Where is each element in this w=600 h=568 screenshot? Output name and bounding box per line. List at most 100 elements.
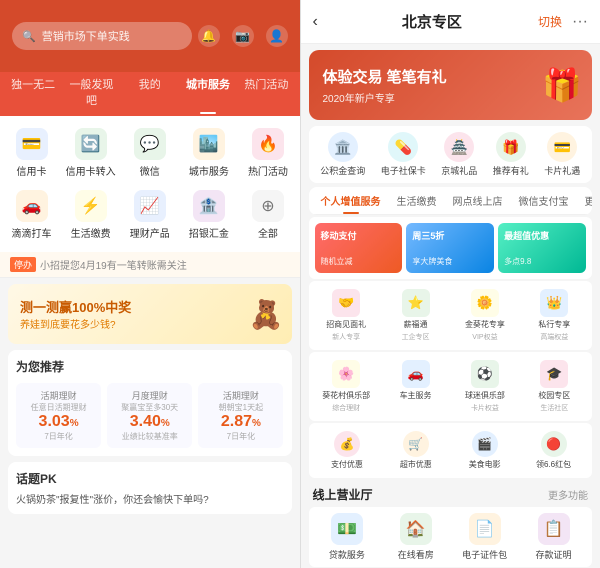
bs-gold[interactable]: 🌼 金葵花专享 VIP权益 xyxy=(451,285,518,346)
service-city[interactable]: 🏙️ 城市服务 xyxy=(181,124,236,182)
service-more[interactable]: ⊕ 全部 xyxy=(240,186,295,244)
pay-icon: 💰 xyxy=(334,431,360,457)
rec-card-1[interactable]: 活期理财 任意日活期理财 3.03% 7日年化 xyxy=(16,383,101,448)
search-icon: 🔍 xyxy=(22,30,36,43)
hot-icon: 🔥 xyxy=(252,128,284,160)
private-icon: 👑 xyxy=(540,289,568,317)
recommend-icon: 🎁 xyxy=(496,132,526,162)
scan-icon[interactable]: 📷 xyxy=(232,25,254,47)
quick-services: 🏛️ 公积金查询 💊 电子社保卡 🏯 京城礼品 🎁 推荐有礼 💳 卡片礼遇 xyxy=(309,126,593,183)
switch-button[interactable]: 切换 xyxy=(538,13,562,30)
service-hot[interactable]: 🔥 热门活动 xyxy=(240,124,295,182)
taxi-icon: 🚗 xyxy=(16,190,48,222)
campus-icon: 🎓 xyxy=(540,360,568,388)
ms-supermarket[interactable]: 🛒 超市优惠 xyxy=(381,427,450,474)
brand-services: 🤝 招商见面礼 新人专享 ⭐ 薪福通 工企专区 🌼 金葵花专享 VIP权益 👑 … xyxy=(309,281,593,350)
shebao-icon: 💊 xyxy=(388,132,418,162)
tab-city-service[interactable]: 城市服务 xyxy=(179,72,237,112)
qs-gongjijin[interactable]: 🏛️ 公积金查询 xyxy=(320,132,365,177)
promo-banner[interactable]: 体验交易 笔笔有礼 2020年新户专享 🎁 xyxy=(309,50,593,120)
service-utilities[interactable]: ⚡ 生活缴费 xyxy=(63,186,118,244)
ms-redpacket[interactable]: 🔴 领6.6红包 xyxy=(519,427,588,474)
banner-illustration: 🧸 xyxy=(249,298,284,331)
bs-xinfu[interactable]: ⭐ 薪福通 工企专区 xyxy=(382,285,449,346)
credit-card-icon: 💳 xyxy=(16,128,48,160)
topic-title: 话题PK xyxy=(16,470,284,487)
mini-services: 💰 支付优惠 🛒 超市优惠 🎬 美食电影 🔴 领6.6红包 xyxy=(309,423,593,478)
nav-tabs: 独一无二 一般发现吧 我的 城市服务 热门活动 xyxy=(0,72,300,116)
promo-banner[interactable]: 测一测赢100%中奖 养娃到底要花多少钱? 🧸 xyxy=(8,284,292,344)
promo-subtitle: 2020年新户专享 xyxy=(323,90,579,105)
person-icon[interactable]: 👤 xyxy=(266,25,288,47)
bs-private[interactable]: 👑 私行专享 高端权益 xyxy=(521,285,588,346)
tab-more-services[interactable]: 更多服务 xyxy=(577,187,593,214)
service-finance[interactable]: 📈 理财产品 xyxy=(122,186,177,244)
promo-payment[interactable]: 移动支付 随机立减 xyxy=(315,223,403,273)
ms-pay[interactable]: 💰 支付优惠 xyxy=(313,427,382,474)
promo-discount[interactable]: 最超值优惠 多点9.8 xyxy=(498,223,586,273)
svc-deposit[interactable]: 📋 存款证明 xyxy=(519,513,588,561)
docs-icon: 📄 xyxy=(469,513,501,545)
city-icon: 🏙️ xyxy=(193,128,225,160)
svc-loan[interactable]: 💵 贷款服务 xyxy=(313,513,382,561)
finance-icon: 📈 xyxy=(134,190,166,222)
tab-personal[interactable]: 个人增值服务 xyxy=(313,187,389,214)
qs-gifts[interactable]: 🏯 京城礼品 xyxy=(441,132,477,177)
feature-tabs: 个人增值服务 生活缴费 网点线上店 微信支付宝 更多服务 xyxy=(309,187,593,215)
card-icon: 💳 xyxy=(547,132,577,162)
club-campus[interactable]: 🎓 校园专区 生活社区 xyxy=(521,356,588,417)
tab-one[interactable]: 独一无二 xyxy=(4,72,62,112)
left-scroll-area: 测一测赢100%中奖 养娃到底要花多少钱? 🧸 为您推荐 活期理财 任意日活期理… xyxy=(0,278,300,568)
xinfu-icon: ⭐ xyxy=(402,289,430,317)
search-bar[interactable]: 🔍 营销市场下单实践 xyxy=(12,22,192,50)
qs-recommend[interactable]: 🎁 推荐有礼 xyxy=(493,132,529,177)
search-text: 营销市场下单实践 xyxy=(42,28,130,44)
tab-utilities[interactable]: 生活缴费 xyxy=(389,187,445,214)
page-title: 北京专区 xyxy=(326,11,538,32)
ms-movie[interactable]: 🎬 美食电影 xyxy=(450,427,519,474)
back-button[interactable]: ‹ xyxy=(313,13,318,31)
bell-icon[interactable]: 🔔 xyxy=(198,25,220,47)
qs-shebao[interactable]: 💊 电子社保卡 xyxy=(381,132,426,177)
service-credit-card[interactable]: 💳 信用卡 xyxy=(4,124,59,182)
banner-title: 测一测赢100%中奖 xyxy=(20,297,131,316)
right-scroll-area: 体验交易 笔笔有礼 2020年新户专享 🎁 🏛️ 公积金查询 💊 电子社保卡 🏯… xyxy=(301,44,600,568)
service-wechat[interactable]: 💬 微信 xyxy=(122,124,177,182)
tab-two[interactable]: 一般发现吧 xyxy=(62,72,120,112)
tab-online-store[interactable]: 网点线上店 xyxy=(445,187,511,214)
service-taxi[interactable]: 🚗 滴滴打车 xyxy=(4,186,59,244)
service-transfer[interactable]: 🔄 信用卡转入 xyxy=(63,124,118,182)
club-sports[interactable]: ⚽ 球迷俱乐部 卡片权益 xyxy=(451,356,518,417)
rec-card-2[interactable]: 月度理财 聚赢宝至多30天 3.40% 业绩比较基准率 xyxy=(107,383,192,448)
wechat-icon: 💬 xyxy=(134,128,166,160)
svc-house[interactable]: 🏠 在线看房 xyxy=(381,513,450,561)
more-icon: ⊕ xyxy=(252,190,284,222)
left-header: 🔍 营销市场下单实践 🔔 📷 👤 xyxy=(0,0,300,72)
svc-docs[interactable]: 📄 电子证件包 xyxy=(450,513,519,561)
more-button[interactable]: ··· xyxy=(572,13,588,31)
promo-food[interactable]: 周三5折 享大牌美食 xyxy=(406,223,494,273)
rec-card-3[interactable]: 活期理财 朝朝宝1天起 2.87% 7日年化 xyxy=(198,383,283,448)
online-hall-more[interactable]: 更多功能 xyxy=(548,487,588,502)
bs-welcome[interactable]: 🤝 招商见面礼 新人专享 xyxy=(313,285,380,346)
tab-hot-activity[interactable]: 热门活动 xyxy=(237,72,295,112)
banner-text: 测一测赢100%中奖 养娃到底要花多少钱? xyxy=(20,297,131,331)
service-bank[interactable]: 🏦 招银汇金 xyxy=(181,186,236,244)
qs-card[interactable]: 💳 卡片礼遇 xyxy=(544,132,580,177)
club-car[interactable]: 🚗 车主服务 xyxy=(382,356,449,417)
online-services: 💵 贷款服务 🏠 在线看房 📄 电子证件包 📋 存款证明 xyxy=(309,507,593,567)
promo-strip: 移动支付 随机立减 周三5折 享大牌美食 最超值优惠 多点9.8 xyxy=(309,217,593,279)
notice-text: 小招提您4月19有一笔转账需关注 xyxy=(40,257,187,272)
tab-three[interactable]: 我的 xyxy=(121,72,179,112)
house-icon: 🏠 xyxy=(400,513,432,545)
loan-icon: 💵 xyxy=(331,513,363,545)
kuihua-icon: 🌸 xyxy=(332,360,360,388)
redpacket-icon: 🔴 xyxy=(541,431,567,457)
gifts-icon: 🏯 xyxy=(444,132,474,162)
header-actions: 切换 ··· xyxy=(538,13,588,31)
promo-decoration: 🎁 xyxy=(542,66,582,104)
tab-wechat-pay[interactable]: 微信支付宝 xyxy=(511,187,577,214)
notice-bar: 停办 小招提您4月19有一笔转账需关注 xyxy=(0,252,300,278)
club-kuihua[interactable]: 🌸 葵花村俱乐部 综合理财 xyxy=(313,356,380,417)
topic-section: 话题PK 火锅奶茶"报复性"涨价，你还会愉快下单吗? xyxy=(8,462,292,514)
